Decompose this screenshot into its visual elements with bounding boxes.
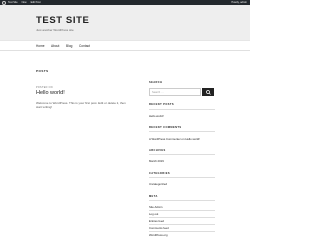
recent-post-link[interactable]: Hello world! <box>149 114 164 118</box>
search-button[interactable] <box>202 88 214 96</box>
post-meta: POSTED ON <box>36 86 53 89</box>
search-widget-title: SEARCH <box>149 81 163 84</box>
divider <box>149 210 215 211</box>
meta-link-site-admin[interactable]: Site Admin <box>149 205 162 209</box>
admin-bar-user[interactable]: Howdy, admin <box>231 1 247 4</box>
divider <box>149 224 215 225</box>
post-excerpt: Welcome to WordPress. This is your first… <box>36 101 126 110</box>
search-input[interactable]: Search … <box>149 88 201 96</box>
site-tagline: Just another WordPress site <box>36 28 74 32</box>
divider <box>149 177 215 178</box>
categories-title: CATEGORIES <box>149 172 170 175</box>
meta-link-entries-feed[interactable]: Entries feed <box>149 219 164 223</box>
recent-posts-title: RECENT POSTS <box>149 103 174 106</box>
site-title[interactable]: TEST SITE <box>36 15 89 26</box>
divider <box>149 200 215 201</box>
category-link[interactable]: Uncategorized <box>149 182 167 186</box>
meta-link-logout[interactable]: Log out <box>149 212 158 216</box>
nav-item-about[interactable]: About <box>51 44 59 48</box>
search-icon <box>205 89 211 95</box>
site-header: TEST SITE Just another WordPress site <box>0 5 250 40</box>
divider <box>149 109 215 110</box>
admin-bar-new-link[interactable]: New <box>22 1 27 4</box>
archive-link[interactable]: March 2019 <box>149 159 164 163</box>
meta-link-wordpress-org[interactable]: WordPress.org <box>149 233 168 237</box>
wordpress-logo-icon[interactable] <box>2 0 6 5</box>
recent-comment-link[interactable]: A WordPress Commenter on Hello world! <box>149 137 200 141</box>
nav-item-blog[interactable]: Blog <box>66 44 72 48</box>
divider <box>149 231 215 232</box>
divider <box>149 154 215 155</box>
divider <box>149 217 215 218</box>
archives-title: ARCHIVES <box>149 149 166 152</box>
search-placeholder: Search … <box>152 91 164 95</box>
nav-item-home[interactable]: Home <box>36 44 45 48</box>
main-navigation: Home About Blog Contact <box>0 40 250 51</box>
admin-bar-site-link[interactable]: Test Site <box>8 1 18 4</box>
nav-item-contact[interactable]: Contact <box>79 44 90 48</box>
post-title[interactable]: Hello world! <box>36 90 65 96</box>
divider <box>149 131 215 132</box>
recent-comments-title: RECENT COMMENTS <box>149 126 182 129</box>
meta-title: META <box>149 195 158 198</box>
admin-bar-edit-link[interactable]: Edit Post <box>31 1 41 4</box>
page-title: POSTS <box>36 69 49 73</box>
meta-link-comments-feed[interactable]: Comments feed <box>149 226 169 230</box>
